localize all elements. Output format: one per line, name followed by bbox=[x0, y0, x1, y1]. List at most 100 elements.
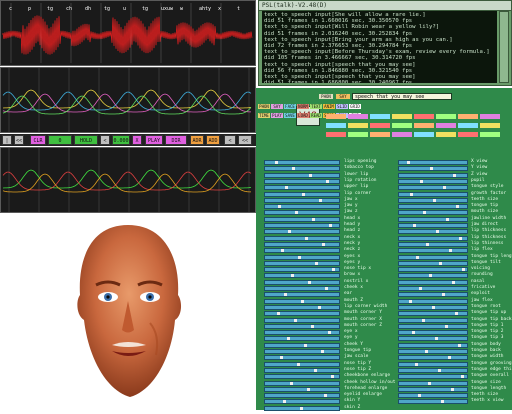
transport-button[interactable]: < bbox=[100, 135, 110, 145]
parameter-slider[interactable] bbox=[398, 248, 468, 254]
parameter-slider[interactable] bbox=[264, 241, 340, 247]
parameter-slider[interactable] bbox=[264, 286, 340, 291]
slider-knob[interactable] bbox=[436, 230, 439, 234]
parameter-slider[interactable] bbox=[264, 386, 340, 392]
transport-button[interactable]: ADD bbox=[206, 135, 220, 145]
slider-knob[interactable] bbox=[458, 343, 461, 347]
parameter-slider[interactable] bbox=[398, 216, 468, 222]
parameter-slider[interactable] bbox=[264, 260, 340, 266]
parameter-slider[interactable] bbox=[264, 292, 340, 298]
parameter-slider[interactable] bbox=[398, 235, 468, 241]
slider-knob[interactable] bbox=[413, 224, 416, 227]
parameter-slider[interactable] bbox=[398, 311, 468, 317]
parameter-slider[interactable] bbox=[398, 292, 468, 298]
parameter-slider[interactable] bbox=[264, 355, 340, 361]
parameter-slider[interactable] bbox=[398, 166, 468, 172]
parameter-slider[interactable] bbox=[398, 241, 468, 247]
face-render-view[interactable] bbox=[0, 215, 256, 410]
slider-knob[interactable] bbox=[433, 198, 436, 202]
panel-toggle[interactable] bbox=[436, 132, 456, 137]
parameter-slider[interactable] bbox=[398, 393, 468, 399]
parameter-slider[interactable] bbox=[398, 355, 468, 361]
parameter-slider[interactable] bbox=[398, 380, 468, 386]
parameter-slider[interactable] bbox=[264, 367, 340, 373]
parameter-slider[interactable] bbox=[398, 330, 468, 336]
parameter-slider[interactable] bbox=[398, 399, 468, 405]
parameter-slider[interactable] bbox=[264, 273, 340, 279]
slider-knob[interactable] bbox=[275, 161, 278, 164]
panel-button[interactable]: PLAY bbox=[271, 113, 283, 118]
parameter-slider[interactable] bbox=[398, 367, 468, 373]
waveform-track[interactable]: c p tg ch dh tg u tg uxuw w ahty x t bbox=[0, 0, 256, 66]
panel-toggle[interactable] bbox=[414, 114, 434, 119]
transport-button[interactable]: CLR bbox=[30, 135, 46, 145]
slider-knob[interactable] bbox=[329, 224, 332, 227]
parameter-slider[interactable] bbox=[264, 204, 340, 210]
parameter-slider[interactable] bbox=[264, 298, 340, 304]
say-button[interactable]: SAY bbox=[336, 94, 350, 99]
slider-knob[interactable] bbox=[423, 211, 426, 215]
panel-toggle[interactable] bbox=[414, 123, 434, 128]
parameter-slider[interactable] bbox=[264, 216, 340, 222]
parameter-slider[interactable] bbox=[264, 197, 340, 203]
parameter-slider[interactable] bbox=[264, 248, 340, 254]
slider-knob[interactable] bbox=[304, 343, 307, 347]
slider-knob[interactable] bbox=[300, 406, 303, 410]
parameter-slider[interactable] bbox=[264, 172, 340, 178]
transport-button[interactable]: 0.000 bbox=[112, 135, 130, 145]
slider-knob[interactable] bbox=[432, 305, 435, 309]
articulator-track-1[interactable] bbox=[0, 67, 256, 133]
panel-toggle[interactable] bbox=[458, 132, 478, 137]
slider-knob[interactable] bbox=[284, 293, 287, 297]
parameter-slider[interactable] bbox=[264, 185, 340, 191]
slider-knob[interactable] bbox=[305, 236, 308, 240]
parameter-slider[interactable] bbox=[264, 399, 340, 405]
transport-button[interactable]: |<< bbox=[2, 135, 12, 154]
slider-knob[interactable] bbox=[321, 350, 324, 353]
panel-toggle[interactable] bbox=[370, 114, 390, 119]
slider-knob[interactable] bbox=[445, 324, 448, 328]
slider-knob[interactable] bbox=[302, 192, 305, 196]
panel-button[interactable]: TEXT bbox=[310, 104, 322, 109]
slider-knob[interactable] bbox=[328, 331, 331, 335]
slider-knob[interactable] bbox=[412, 331, 415, 335]
panel-toggle[interactable] bbox=[326, 123, 346, 128]
slider-knob[interactable] bbox=[438, 368, 441, 372]
panel-toggle[interactable] bbox=[392, 123, 412, 128]
panel-toggle[interactable] bbox=[370, 132, 390, 137]
panel-button[interactable]: READ bbox=[310, 113, 322, 118]
slider-knob[interactable] bbox=[298, 255, 301, 259]
slider-knob[interactable] bbox=[429, 274, 432, 278]
parameter-slider[interactable] bbox=[398, 336, 468, 342]
parameter-slider[interactable] bbox=[398, 323, 468, 329]
transport-button[interactable]: HOLD bbox=[74, 135, 98, 145]
slider-knob[interactable] bbox=[278, 205, 281, 209]
slider-knob[interactable] bbox=[428, 381, 431, 385]
slider-knob[interactable] bbox=[449, 249, 452, 253]
panel-button[interactable]: GRID bbox=[349, 104, 361, 109]
slider-knob[interactable] bbox=[307, 387, 310, 391]
slider-knob[interactable] bbox=[295, 211, 298, 215]
transport-button[interactable]: 0 bbox=[48, 135, 72, 145]
slider-knob[interactable] bbox=[459, 236, 462, 240]
parameter-slider[interactable] bbox=[264, 279, 340, 285]
panel-button[interactable]: PHON bbox=[258, 104, 270, 109]
slider-knob[interactable] bbox=[315, 261, 318, 265]
panel-toggle[interactable] bbox=[480, 114, 500, 119]
panel-button[interactable]: ANIM bbox=[323, 104, 335, 109]
slider-knob[interactable] bbox=[435, 337, 438, 341]
slider-knob[interactable] bbox=[446, 217, 449, 221]
slider-knob[interactable] bbox=[442, 293, 445, 297]
parameter-slider[interactable] bbox=[398, 298, 468, 304]
slider-knob[interactable] bbox=[318, 305, 321, 309]
transport-button[interactable]: DIR bbox=[165, 135, 187, 145]
slider-knob[interactable] bbox=[285, 186, 288, 190]
slider-knob[interactable] bbox=[297, 362, 300, 366]
parameter-slider[interactable] bbox=[398, 254, 468, 260]
parameter-slider[interactable] bbox=[398, 317, 468, 323]
parameter-slider[interactable] bbox=[398, 361, 468, 367]
terminal-scrollbar[interactable] bbox=[499, 11, 509, 83]
parameter-slider[interactable] bbox=[398, 349, 468, 354]
parameter-slider[interactable] bbox=[398, 374, 468, 380]
slider-knob[interactable] bbox=[422, 318, 425, 322]
